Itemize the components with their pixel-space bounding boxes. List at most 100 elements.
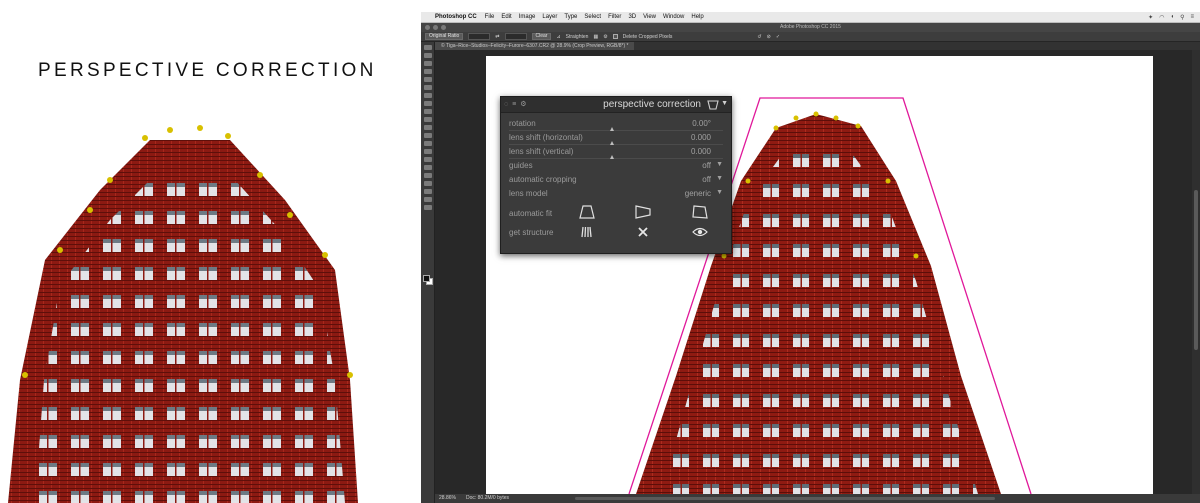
search-icon[interactable]: ⚲ <box>1180 14 1184 21</box>
lens-shift-horizontal-handle[interactable] <box>610 141 614 145</box>
vertical-scrollbar[interactable] <box>1192 50 1200 494</box>
slide-title: PERSPECTIVE CORRECTION <box>38 60 377 81</box>
clear-button[interactable]: Clear <box>531 33 552 40</box>
status-bar: 28.86% Doc: 80.2M/0 bytes <box>435 494 1200 503</box>
move-tool-icon[interactable] <box>423 45 432 50</box>
fit-vertical-button[interactable] <box>579 205 595 219</box>
menu-filter[interactable]: Filter <box>608 14 621 20</box>
overlay-grid-icon[interactable]: ▦ <box>593 34 598 40</box>
menu-edit[interactable]: Edit <box>501 14 511 20</box>
lens-model-dropdown[interactable]: lens model generic ▼ <box>509 188 723 200</box>
extra-tools-icon[interactable] <box>423 205 432 210</box>
building-photo-original <box>8 125 358 503</box>
type-tool-icon[interactable] <box>423 165 432 170</box>
pen-tool-icon[interactable] <box>423 157 432 162</box>
zoom-window-button[interactable] <box>441 25 446 30</box>
eraser-tool-icon[interactable] <box>423 125 432 130</box>
menu-view[interactable]: View <box>643 14 656 20</box>
eyedropper-tool-icon[interactable] <box>423 85 432 90</box>
hand-tool-icon[interactable] <box>423 189 432 194</box>
lasso-tool-icon[interactable] <box>423 61 432 66</box>
foreground-color-swatch[interactable] <box>423 275 430 282</box>
chevron-down-icon: ▼ <box>716 175 723 182</box>
fit-both-button[interactable] <box>692 205 708 219</box>
menu-file[interactable]: File <box>485 14 495 20</box>
doc-size: Doc: 80.2M/0 bytes <box>465 495 510 501</box>
shape-tool-icon[interactable] <box>423 181 432 186</box>
menu-layer[interactable]: Layer <box>542 14 557 20</box>
path-select-tool-icon[interactable] <box>423 173 432 178</box>
automatic-cropping-dropdown[interactable]: automatic cropping off ▼ <box>509 174 723 186</box>
get-structure-button[interactable] <box>579 226 595 238</box>
tool-options-bar: Original Ratio ⇄ Clear ⊿ Straighten ▦ ⚙ … <box>421 32 1200 42</box>
fit-vertical-icon <box>579 205 595 219</box>
blur-tool-icon[interactable] <box>423 141 432 146</box>
lens-model-label: lens model <box>509 189 548 198</box>
lens-shift-vertical-handle[interactable] <box>610 155 614 159</box>
panel-header: ◌ ≡ ⚙ perspective correction ▼ <box>501 97 731 113</box>
menu-image[interactable]: Image <box>519 14 536 20</box>
stamp-tool-icon[interactable] <box>423 109 432 114</box>
marquee-tool-icon[interactable] <box>423 53 432 58</box>
perspective-correction-panel: ◌ ≡ ⚙ perspective correction ▼ rotation … <box>500 96 732 254</box>
zoom-tool-icon[interactable] <box>423 197 432 202</box>
sound-icon[interactable]: ◖ <box>1170 14 1174 21</box>
crop-ratio-select[interactable]: Original Ratio <box>425 33 464 40</box>
zoom-level[interactable]: 28.86% <box>439 494 456 503</box>
menu-app-name[interactable]: Photoshop CC <box>435 14 477 20</box>
delete-cropped-label: Delete Cropped Pixels <box>622 33 673 40</box>
menu-select[interactable]: Select <box>584 14 601 20</box>
crop-tool-icon[interactable] <box>423 77 432 82</box>
rotation-label: rotation <box>509 119 536 128</box>
swap-dimensions-icon[interactable]: ⇄ <box>495 34 499 40</box>
rotation-slider-handle[interactable] <box>610 127 614 131</box>
automatic-fit-row: automatic fit <box>509 205 723 223</box>
crop-height-field[interactable] <box>504 33 527 40</box>
panel-menu-arrow-icon[interactable]: ▼ <box>721 100 728 107</box>
rotation-slider[interactable]: rotation 0.00° <box>509 118 723 131</box>
photoshop-window: Photoshop CC File Edit Image Layer Type … <box>421 12 1200 503</box>
panel-title: perspective correction <box>603 99 701 110</box>
guides-dropdown[interactable]: guides off ▼ <box>509 160 723 172</box>
list-icon[interactable]: ≡ <box>1190 14 1194 21</box>
commit-icon[interactable]: ✓ <box>776 34 780 40</box>
gradient-tool-icon[interactable] <box>423 133 432 138</box>
history-brush-tool-icon[interactable] <box>423 117 432 122</box>
close-window-button[interactable] <box>425 25 430 30</box>
menu-window[interactable]: Window <box>663 14 684 20</box>
rotation-value: 0.00° <box>692 119 711 128</box>
quick-select-tool-icon[interactable] <box>423 69 432 74</box>
brush-tool-icon[interactable] <box>423 101 432 106</box>
wifi-icon[interactable]: ◠ <box>1159 14 1164 21</box>
healing-tool-icon[interactable] <box>423 93 432 98</box>
lens-shift-vertical-slider[interactable]: lens shift (vertical) 0.000 <box>509 146 723 159</box>
fit-horizontal-button[interactable] <box>635 205 651 219</box>
delete-cropped-checkbox[interactable] <box>612 34 618 39</box>
automatic-fit-label: automatic fit <box>509 209 553 218</box>
document-tab-bar: © Tiga–Rice–Studios–Felicity–Furore–6307… <box>435 42 1200 50</box>
straighten-label[interactable]: Straighten <box>566 34 589 40</box>
lens-shift-vertical-label: lens shift (vertical) <box>509 147 574 156</box>
lens-shift-horizontal-slider[interactable]: lens shift (horizontal) 0.000 <box>509 132 723 145</box>
cancel-icon[interactable]: ⊘ <box>767 34 771 40</box>
automatic-cropping-label: automatic cropping <box>509 175 577 184</box>
display-structure-button[interactable] <box>692 226 708 238</box>
dodge-tool-icon[interactable] <box>423 149 432 154</box>
horizontal-scrollbar[interactable] <box>575 497 995 500</box>
gear-icon[interactable]: ⚙ <box>603 34 607 40</box>
clear-structure-button[interactable] <box>637 226 649 238</box>
menu-3d[interactable]: 3D <box>628 14 636 20</box>
twitter-icon[interactable]: ✦ <box>1148 14 1153 21</box>
guides-label: guides <box>509 161 533 170</box>
tools-panel <box>421 42 435 503</box>
lens-shift-vertical-value: 0.000 <box>690 147 711 156</box>
straighten-icon[interactable]: ⊿ <box>556 34 560 40</box>
crop-width-field[interactable] <box>468 33 491 40</box>
menu-type[interactable]: Type <box>564 14 577 20</box>
reset-icon[interactable]: ↺ <box>757 34 761 40</box>
minimize-window-button[interactable] <box>433 25 438 30</box>
presets-icon[interactable] <box>707 100 719 110</box>
document-tab[interactable]: © Tiga–Rice–Studios–Felicity–Furore–6307… <box>435 42 635 50</box>
menu-help[interactable]: Help <box>691 14 703 20</box>
left-illustration: PERSPECTIVE CORRECTION <box>0 0 380 503</box>
